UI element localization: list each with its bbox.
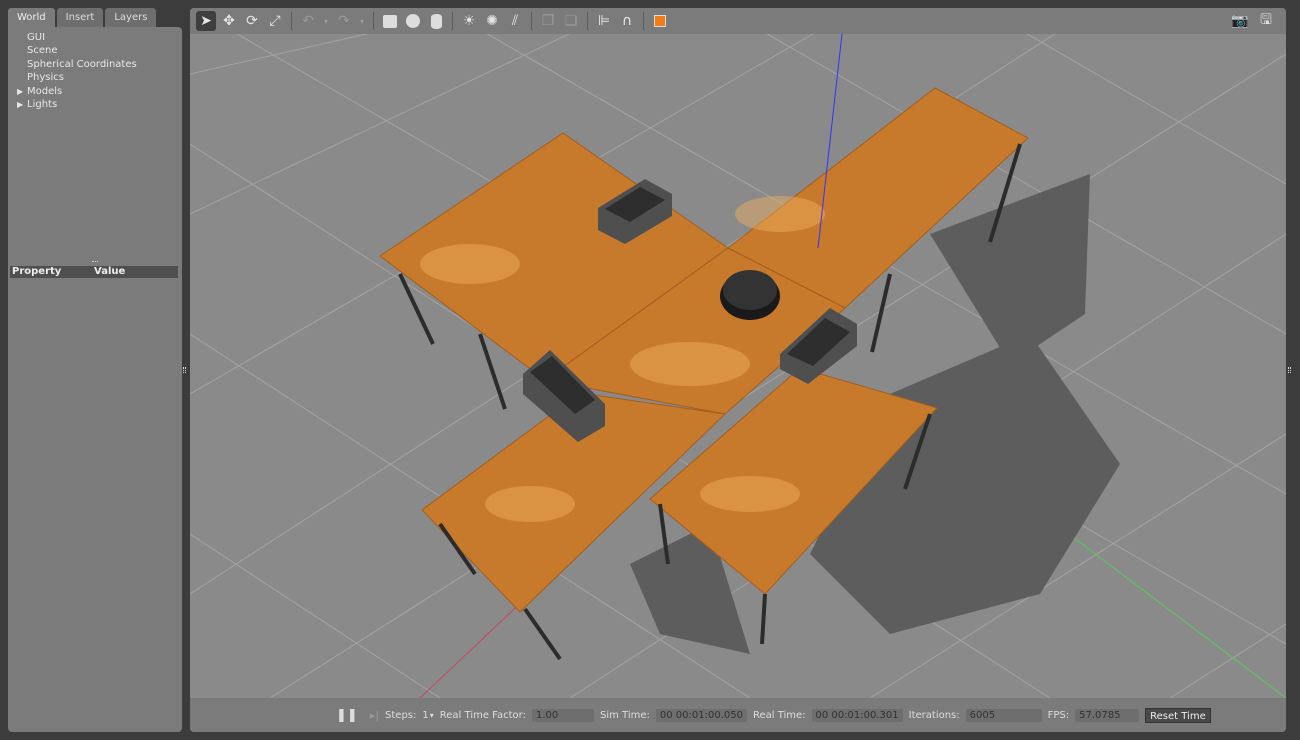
redo-icon[interactable]: ↷	[334, 11, 354, 31]
select-arrow-icon[interactable]: ➤	[196, 11, 216, 31]
tree-label: GUI	[27, 32, 46, 43]
tree-label: Scene	[27, 45, 58, 57]
toolbar-divider	[291, 12, 292, 30]
undo-dropdown-icon[interactable]: ▾	[321, 11, 331, 31]
tree-label: Spherical Coordinates	[27, 58, 137, 70]
tree-item-physics[interactable]: Physics	[8, 71, 182, 84]
screenshot-camera-icon[interactable]: 📷	[1230, 11, 1250, 31]
3d-scene[interactable]	[190, 23, 1286, 699]
real-time-factor-field: 1.00	[531, 708, 594, 722]
expand-arrow-icon[interactable]: ▶	[17, 85, 23, 98]
tab-world[interactable]: World	[8, 8, 55, 27]
tree-item-gui[interactable]: GUI	[8, 31, 182, 44]
rotate-icon[interactable]: ⟳	[242, 11, 262, 31]
spot-light-icon[interactable]: ✺	[482, 11, 502, 31]
tree-item-models[interactable]: ▶ Models	[8, 85, 182, 98]
tree-item-spherical-coordinates[interactable]: Spherical Coordinates	[8, 58, 182, 71]
tree-item-lights[interactable]: ▶ Lights	[8, 98, 182, 111]
tree-label: Physics	[27, 72, 64, 84]
align-icon[interactable]: ⊫	[594, 11, 614, 31]
property-column-header: Property	[12, 266, 62, 277]
real-time-label: Real Time:	[752, 709, 806, 721]
directional-light-icon[interactable]: ⫽	[505, 11, 525, 31]
tab-layers[interactable]: Layers	[105, 8, 157, 27]
real-time-field: 00 00:01:00.301	[811, 708, 903, 722]
left-splitter-handle[interactable]	[183, 367, 186, 373]
toolbar: ➤ ✥ ⟳ ⤢ ↶ ▾ ↷ ▾ ☀ ✺ ⫽ ❐ ❏ ⊫ ∩ 📷 🖫	[190, 8, 1286, 34]
view-angle-icon[interactable]	[650, 11, 670, 31]
fps-label: FPS:	[1047, 709, 1070, 721]
expand-arrow-icon[interactable]: ▶	[17, 98, 23, 111]
snap-icon[interactable]: ∩	[617, 11, 637, 31]
sphere-icon[interactable]	[403, 11, 423, 31]
toolbar-divider	[587, 12, 588, 30]
translate-icon[interactable]: ✥	[219, 11, 239, 31]
world-panel: GUI Scene Spherical Coordinates Physics …	[8, 27, 182, 732]
value-column-header: Value	[94, 266, 126, 277]
scale-icon[interactable]: ⤢	[265, 11, 285, 31]
panel-splitter[interactable]	[92, 261, 98, 263]
tree-label: Models	[27, 85, 63, 97]
toolbar-divider	[373, 12, 374, 30]
real-time-factor-label: Real Time Factor:	[439, 709, 526, 721]
tab-insert[interactable]: Insert	[56, 8, 104, 27]
copy-icon[interactable]: ❐	[538, 11, 558, 31]
sim-time-label: Sim Time:	[599, 709, 650, 721]
tree-item-scene[interactable]: Scene	[8, 44, 182, 57]
log-icon[interactable]: 🖫	[1256, 11, 1276, 31]
robot	[720, 270, 780, 320]
steps-dropdown-icon[interactable]: ▾	[430, 711, 434, 720]
steps-label: Steps:	[385, 709, 417, 721]
toolbar-divider	[531, 12, 532, 30]
tree-label: Lights	[27, 98, 58, 110]
toolbar-divider	[643, 12, 644, 30]
undo-icon[interactable]: ↶	[298, 11, 318, 31]
toolbar-divider	[452, 12, 453, 30]
x-axis-line	[419, 593, 531, 699]
bottom-bar: ❚❚ ▸| Steps: 1 ▾ Real Time Factor: 1.00 …	[190, 698, 1286, 732]
iterations-field: 6005	[965, 708, 1042, 722]
paste-icon[interactable]: ❏	[561, 11, 581, 31]
cylinder-icon[interactable]	[426, 11, 446, 31]
sim-time-field: 00 00:01:00.050	[655, 708, 747, 722]
reset-time-button[interactable]: Reset Time	[1145, 707, 1211, 723]
point-light-icon[interactable]: ☀	[459, 11, 479, 31]
property-table-header: Property Value	[10, 266, 178, 278]
box-icon[interactable]	[380, 11, 400, 31]
iterations-label: Iterations:	[908, 709, 960, 721]
steps-spinbox[interactable]: 1	[422, 710, 428, 721]
redo-dropdown-icon[interactable]: ▾	[357, 11, 367, 31]
scene-render	[190, 23, 1286, 699]
left-panel-tabs: World Insert Layers	[8, 8, 157, 27]
3d-viewport: ➤ ✥ ⟳ ⤢ ↶ ▾ ↷ ▾ ☀ ✺ ⫽ ❐ ❏ ⊫ ∩ 📷 🖫 ❚❚ ▸| …	[190, 8, 1286, 732]
fps-field: 57.0785	[1075, 708, 1140, 722]
world-tree: GUI Scene Spherical Coordinates Physics …	[8, 27, 182, 111]
pause-icon[interactable]: ❚❚	[336, 708, 358, 723]
right-splitter-handle[interactable]	[1288, 367, 1291, 373]
step-icon[interactable]: ▸|	[370, 709, 379, 722]
